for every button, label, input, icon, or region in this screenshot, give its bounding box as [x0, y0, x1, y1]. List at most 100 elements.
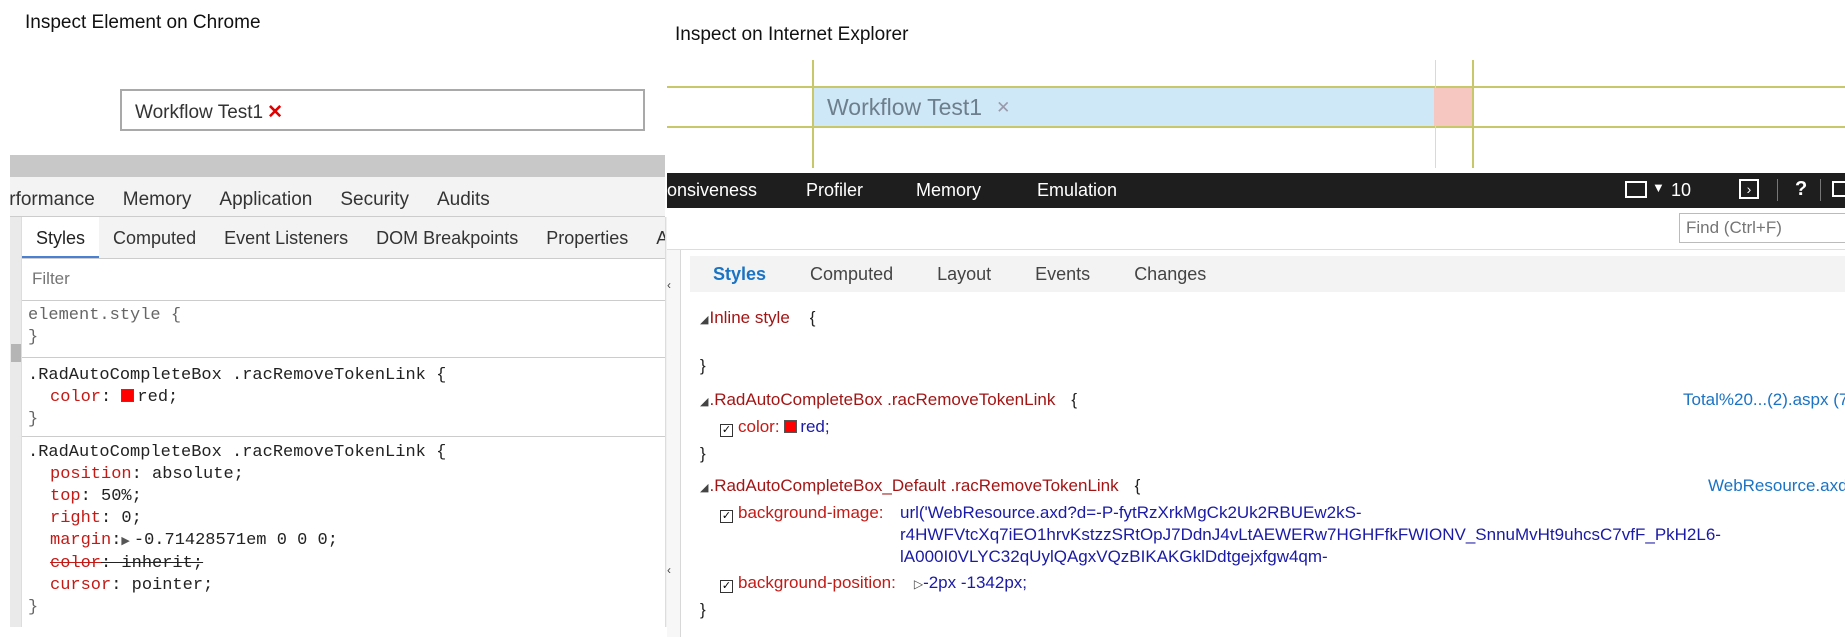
- subtab-dom-breakpoints[interactable]: DOM Breakpoints: [362, 217, 532, 258]
- tab-application[interactable]: Application: [205, 177, 326, 211]
- overridden-property-name[interactable]: color: [28, 554, 101, 573]
- property-name[interactable]: position: [28, 465, 132, 484]
- property-name[interactable]: margin: [28, 531, 111, 550]
- devtools-splitter[interactable]: [10, 155, 665, 177]
- subtab-events[interactable]: Events: [1012, 256, 1111, 285]
- token-label: Workflow Test1: [135, 102, 264, 123]
- subtab-computed[interactable]: Computed: [787, 256, 914, 285]
- collapse-triangle-icon[interactable]: ◢: [700, 482, 708, 494]
- expand-triangle-icon[interactable]: ▷: [914, 577, 923, 591]
- console-icon[interactable]: ›: [1739, 179, 1759, 199]
- toolbar-separator: [1777, 179, 1778, 201]
- expand-triangle-icon[interactable]: ▶: [121, 531, 129, 553]
- inline-style-label: Inline style: [709, 308, 790, 327]
- open-brace: {: [1134, 476, 1141, 495]
- rule-remove-token-link: .RadAutoCompleteBox .racRemoveTokenLink …: [22, 436, 665, 627]
- subtab-changes[interactable]: Changes: [1111, 256, 1227, 285]
- remove-token-icon[interactable]: ✕: [996, 98, 1010, 117]
- rule-selector: .RadAutoCompleteBox_Default .racRemoveTo…: [709, 476, 1119, 495]
- property-value[interactable]: url('WebResource.axd?d=-P-fytRzXrkMgCk2U…: [900, 503, 1362, 523]
- styles-filter-input[interactable]: [26, 264, 665, 294]
- open-brace: {: [809, 308, 816, 327]
- property-name[interactable]: right: [28, 509, 101, 528]
- property-checkbox[interactable]: ✓: [720, 580, 733, 593]
- color-swatch[interactable]: [784, 420, 798, 433]
- chrome-sidebar-tabs: Styles Computed Event Listeners DOM Breakpo…: [22, 217, 665, 259]
- subtab-properties[interactable]: Properties: [532, 217, 642, 258]
- property-value[interactable]: pointer;: [132, 576, 214, 595]
- dropdown-caret-icon[interactable]: ▼: [1652, 180, 1665, 195]
- chrome-autocomplete-box[interactable]: Workflow Test1 ✕: [120, 89, 645, 131]
- chrome-caption: Inspect Element on Chrome: [25, 12, 261, 33]
- scroll-thumb[interactable]: [11, 344, 21, 362]
- rule-source-link[interactable]: WebResource.axd: [1708, 476, 1845, 496]
- subtab-computed[interactable]: Computed: [99, 217, 210, 258]
- rule-close: }: [28, 410, 39, 429]
- undock-icon[interactable]: [1832, 181, 1845, 197]
- rule-element-style: element.style { }: [22, 300, 665, 356]
- property-value[interactable]: red;: [800, 417, 829, 436]
- ie-f12-toolbar: onsiveness Profiler Memory Emulation ▼ 1…: [667, 173, 1845, 208]
- property-name[interactable]: color: [28, 388, 101, 407]
- property-value-continued: lA000I0VLYC32qUylQAgxVQzBIKAKGklDdtgejxf…: [900, 547, 1328, 566]
- tab-memory[interactable]: Memory: [916, 180, 981, 201]
- token-label: Workflow Test1: [827, 94, 983, 120]
- color-swatch[interactable]: [121, 389, 135, 402]
- property-checkbox[interactable]: ✓: [720, 424, 733, 437]
- highlight-guide: [667, 126, 1845, 128]
- subtab-accessibility[interactable]: A: [642, 217, 665, 258]
- close-brace: }: [700, 356, 706, 375]
- rule-selector: .RadAutoCompleteBox .racRemoveTokenLink …: [28, 443, 447, 462]
- tab-emulation[interactable]: Emulation: [1037, 180, 1117, 201]
- property-value[interactable]: red;: [137, 388, 178, 407]
- document-mode-value[interactable]: 10: [1671, 180, 1691, 201]
- property-name[interactable]: color:: [738, 417, 780, 436]
- find-input[interactable]: [1679, 213, 1845, 243]
- dom-tree-pane-edge[interactable]: ‹ ‹: [667, 250, 681, 637]
- overridden-property-value[interactable]: inherit;: [121, 554, 203, 573]
- close-brace: }: [700, 444, 706, 463]
- collapse-triangle-icon[interactable]: ◢: [700, 396, 708, 408]
- property-value[interactable]: 50%;: [101, 487, 142, 506]
- open-brace: {: [1071, 390, 1077, 409]
- property-value[interactable]: absolute;: [152, 465, 244, 484]
- property-name[interactable]: background-position:: [738, 573, 896, 592]
- property-value-continued: r4HWFVtcXq7iEO1hrvKstzzSRtOpJ7DdnJ4vLtAE…: [900, 525, 1721, 544]
- remove-token-icon[interactable]: ✕: [267, 102, 283, 123]
- rule-selector: .RadAutoCompleteBox .racRemoveTokenLink …: [28, 366, 447, 385]
- tab-security[interactable]: Security: [326, 177, 423, 211]
- chrome-devtools-tabs: PerformanceMemoryApplicationSecurityAudi…: [10, 177, 665, 217]
- tab-audits[interactable]: Audits: [423, 177, 504, 211]
- ie-styles-pane: ◢Inline style{ } ◢.RadAutoCompleteBox .r…: [690, 296, 1845, 637]
- property-name[interactable]: cursor: [28, 576, 111, 595]
- ie-caption: Inspect on Internet Explorer: [675, 24, 909, 45]
- ie-styles-tabs: Styles Computed Layout Events Changes: [690, 256, 1845, 292]
- monitor-icon[interactable]: [1625, 181, 1647, 198]
- subtab-styles[interactable]: Styles: [690, 256, 787, 285]
- help-icon[interactable]: ?: [1795, 178, 1807, 201]
- ie-autocomplete-token[interactable]: Workflow Test1 ✕: [814, 88, 1434, 126]
- tab-ui-responsiveness[interactable]: onsiveness: [667, 180, 757, 201]
- collapse-triangle-icon[interactable]: ◢: [700, 314, 708, 326]
- tab-performance[interactable]: Performance: [10, 177, 109, 211]
- rule-selector: .RadAutoCompleteBox .racRemoveTokenLink: [709, 390, 1056, 409]
- property-name[interactable]: top: [28, 487, 81, 506]
- property-value[interactable]: 0;: [121, 509, 141, 528]
- elements-pane-scrollbar[interactable]: [10, 217, 22, 627]
- rule-remove-token-color: .RadAutoCompleteBox .racRemoveTokenLink …: [22, 357, 665, 435]
- toolbar-separator: [1820, 179, 1821, 201]
- tab-profiler[interactable]: Profiler: [806, 180, 863, 201]
- tab-memory[interactable]: Memory: [109, 177, 206, 211]
- collapse-chevron-icon[interactable]: ‹: [667, 563, 671, 577]
- collapse-chevron-icon[interactable]: ‹: [667, 278, 671, 292]
- subtab-layout[interactable]: Layout: [914, 256, 1012, 285]
- subtab-event-listeners[interactable]: Event Listeners: [210, 217, 362, 258]
- rule-source-link[interactable]: Total%20...(2).aspx (7: [1683, 390, 1845, 410]
- highlighted-remove-link: [1434, 88, 1472, 126]
- ie-page-highlight-area: Workflow Test1 ✕: [667, 60, 1845, 168]
- property-checkbox[interactable]: ✓: [720, 510, 733, 523]
- subtab-styles[interactable]: Styles: [22, 217, 100, 258]
- property-value[interactable]: -2px -1342px;: [923, 573, 1027, 592]
- property-name[interactable]: background-image:: [738, 503, 884, 522]
- property-value[interactable]: -0.71428571em 0 0 0;: [134, 531, 338, 550]
